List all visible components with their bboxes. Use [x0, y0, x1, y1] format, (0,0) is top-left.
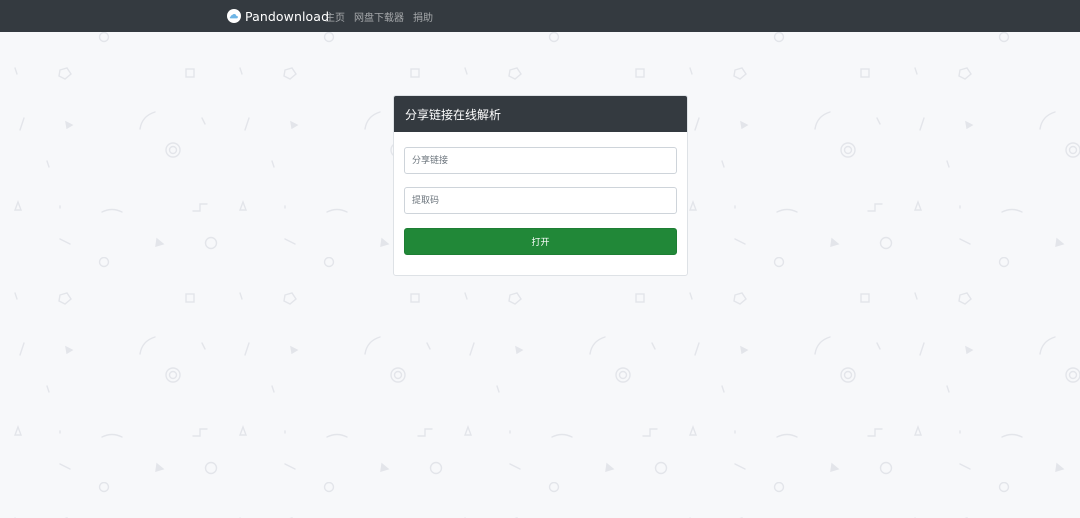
- brand-name: Pandownload: [245, 8, 330, 24]
- nav-link-downloader[interactable]: 网盘下载器: [354, 9, 404, 24]
- share-link-input[interactable]: [404, 147, 677, 174]
- cloud-icon: [227, 9, 241, 23]
- open-button[interactable]: 打开: [404, 228, 677, 255]
- extract-code-input[interactable]: [404, 187, 677, 214]
- share-link-parse-card: 分享链接在线解析 打开: [393, 95, 688, 276]
- top-navbar: Pandownload 主页 网盘下载器 捐助: [0, 0, 1080, 32]
- nav-link-home[interactable]: 主页: [325, 9, 345, 24]
- brand-link[interactable]: Pandownload: [227, 0, 329, 32]
- card-title: 分享链接在线解析: [394, 96, 687, 132]
- nav-links: 主页 网盘下载器 捐助: [325, 0, 442, 32]
- nav-link-donate[interactable]: 捐助: [413, 9, 433, 24]
